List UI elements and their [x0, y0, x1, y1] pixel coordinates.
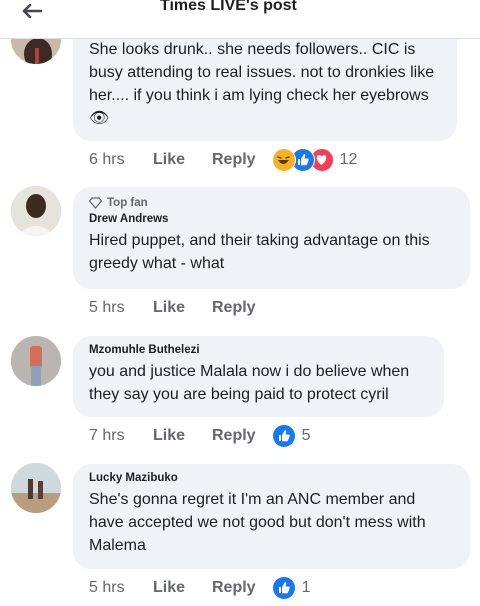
back-button[interactable]: [18, 0, 46, 22]
reaction-count: 5: [301, 427, 311, 444]
comment-actions: 7 hrs Like Reply 5: [89, 424, 310, 448]
reactions-summary[interactable]: 5: [271, 424, 311, 448]
comment-time: 7 hrs: [89, 427, 125, 444]
comment-text: you and justice Malala now i do believe …: [89, 363, 410, 403]
page-title: Times LIVE's post: [160, 0, 297, 14]
comment-time: 6 hrs: [89, 151, 125, 168]
reaction-count: 12: [339, 151, 358, 168]
reply-button[interactable]: Reply: [212, 579, 256, 597]
like-button[interactable]: Like: [153, 299, 212, 317]
comment-actions: 5 hrs Like Reply 1: [89, 576, 310, 600]
comment-bubble: Mzomuhle Buthelezi you and justice Malal…: [73, 336, 444, 417]
comment-time: 5 hrs: [89, 579, 125, 596]
comment-author[interactable]: Mzomuhle Buthelezi: [89, 344, 428, 356]
like-icon: [271, 424, 296, 448]
comment-author[interactable]: Drew Andrews: [89, 213, 454, 225]
badge-label: Top fan: [107, 197, 148, 209]
diamond-badge-icon: [89, 197, 102, 209]
like-button[interactable]: Like: [153, 151, 212, 169]
reply-button[interactable]: Reply: [212, 427, 256, 445]
comment-text: She's gonna regret it I'm an ANC member …: [89, 491, 426, 554]
back-arrow-icon: [22, 4, 42, 18]
comment-author[interactable]: Lucky Mazibuko: [89, 472, 454, 484]
reply-button[interactable]: Reply: [212, 299, 256, 317]
comment-bubble: She looks drunk.. she needs followers.. …: [73, 22, 457, 141]
reply-button[interactable]: Reply: [212, 151, 256, 169]
reactions-summary[interactable]: 1: [271, 576, 311, 600]
comment-bubble: Lucky Mazibuko She's gonna regret it I'm…: [73, 464, 470, 569]
top-fan-badge: Top fan: [89, 197, 454, 209]
like-icon: [271, 576, 296, 600]
comment-actions: 5 hrs Like Reply: [89, 296, 256, 320]
comment-time: 5 hrs: [89, 299, 125, 316]
top-bar: Times LIVE's post: [0, 0, 480, 39]
comment-bubble: Top fan Drew Andrews Hired puppet, and t…: [73, 187, 470, 289]
avatar[interactable]: [11, 463, 61, 513]
like-button[interactable]: Like: [153, 579, 212, 597]
comment-text: She looks drunk.. she needs followers.. …: [89, 41, 435, 127]
like-button[interactable]: Like: [153, 427, 212, 445]
haha-icon: [271, 148, 296, 172]
comment-text: Hired puppet, and their taking advantage…: [89, 232, 430, 272]
reactions-summary[interactable]: 12: [271, 148, 358, 172]
avatar[interactable]: [11, 336, 61, 386]
avatar[interactable]: [11, 186, 61, 236]
reaction-count: 1: [301, 579, 311, 596]
comment-actions: 6 hrs Like Reply 12: [89, 148, 357, 172]
